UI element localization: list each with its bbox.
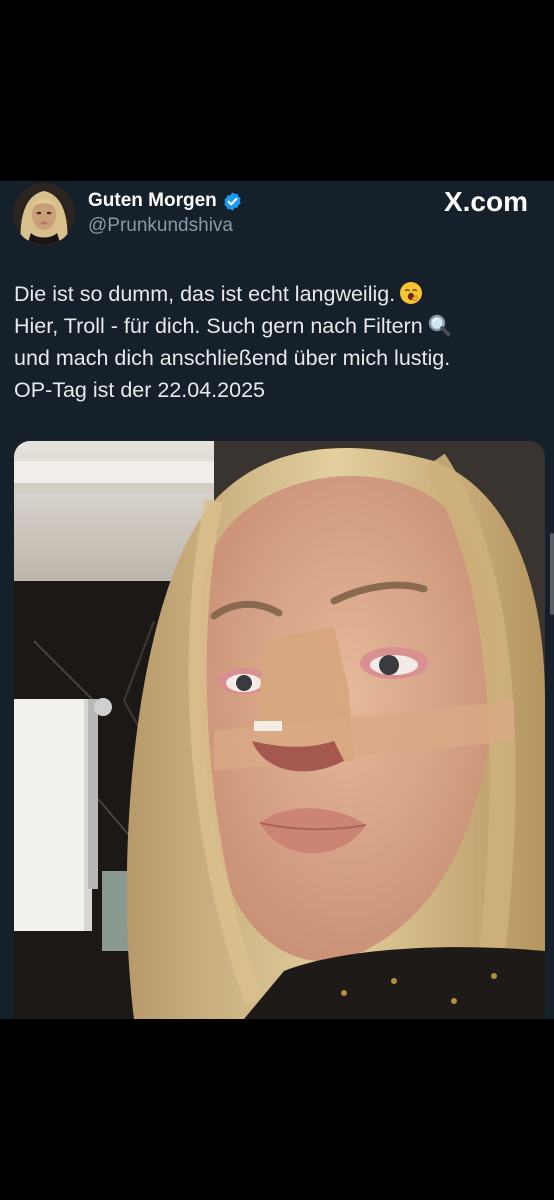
yawning-face-icon	[399, 281, 423, 305]
tweet-text-line-3: und mach dich anschließend über mich lus…	[14, 346, 451, 370]
brand-watermark: X.com	[444, 185, 528, 219]
verified-badge-icon	[222, 191, 243, 212]
display-name[interactable]: Guten Morgen	[88, 190, 217, 212]
brand-label: X.com	[443, 186, 528, 217]
magnifying-glass-icon	[427, 313, 451, 337]
tweet-text-line: Die ist so dumm, das ist echt langweilig…	[14, 278, 542, 310]
tweet-text-line: OP-Tag ist der 22.04.2025	[14, 374, 542, 406]
screen: Guten Morgen @Prunkundshiva X.com Die is…	[0, 0, 554, 1200]
tweet-photo[interactable]	[14, 441, 545, 1019]
tweet-text-line: und mach dich anschließend über mich lus…	[14, 342, 542, 374]
tweet-text-line-4: OP-Tag ist der 22.04.2025	[14, 378, 265, 402]
tweet-card[interactable]: Guten Morgen @Prunkundshiva X.com Die is…	[0, 181, 554, 1019]
scrollbar[interactable]	[550, 533, 554, 615]
tweet-text-line-2: Hier, Troll - für dich. Such gern nach F…	[14, 314, 423, 338]
tweet-text-line-1: Die ist so dumm, das ist echt langweilig…	[14, 282, 396, 306]
display-name-row[interactable]: Guten Morgen	[88, 190, 243, 212]
user-handle[interactable]: @Prunkundshiva	[88, 215, 233, 237]
tweet-text-line: Hier, Troll - für dich. Such gern nach F…	[14, 310, 542, 342]
avatar[interactable]	[13, 183, 75, 245]
tweet-text: Die ist so dumm, das ist echt langweilig…	[14, 278, 542, 406]
